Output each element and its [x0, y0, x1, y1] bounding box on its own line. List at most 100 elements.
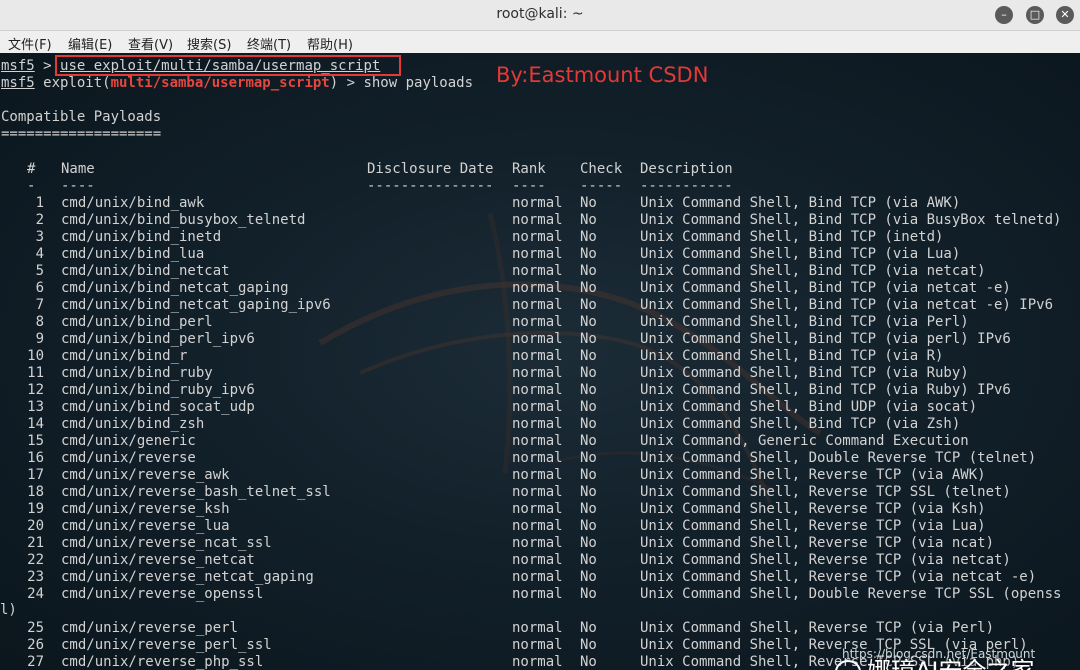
payload-name: cmd/unix/bind_perl	[61, 314, 213, 330]
row-number: 2	[35, 212, 44, 228]
row-number: 23	[27, 569, 44, 585]
payload-name: cmd/unix/reverse_ksh	[61, 501, 230, 517]
table-row: 5 cmd/unix/bind_netcat normal No Unix Comman…	[0, 263, 1080, 280]
table-row: 24 cmd/unix/reverse_openssl normal No Unix C…	[0, 586, 1080, 603]
payload-name: cmd/unix/reverse_awk	[61, 467, 230, 483]
dash-name: ----	[61, 178, 95, 194]
dash-description: -----------	[640, 178, 733, 194]
payload-rank: normal	[512, 416, 563, 432]
payload-rank: normal	[512, 246, 563, 262]
payload-rank: normal	[512, 399, 563, 415]
row-number: 15	[27, 433, 44, 449]
wechat-account-name: 娜璋AI安全之家	[867, 657, 1035, 670]
payload-rank: normal	[512, 195, 563, 211]
payload-rank: normal	[512, 348, 563, 364]
row-number: 1	[35, 195, 44, 211]
prompt-msf5: msf5	[1, 58, 35, 74]
menu-search[interactable]: 搜索(S)	[187, 34, 231, 53]
payload-check: No	[580, 450, 597, 466]
row-number: 5	[35, 263, 44, 279]
payload-description: Unix Command Shell, Bind TCP (inetd)	[640, 229, 944, 245]
header-check: Check	[580, 161, 623, 177]
row-number: 17	[27, 467, 44, 483]
payload-name: cmd/unix/reverse_openssl	[61, 586, 264, 602]
table-row: 11 cmd/unix/bind_ruby normal No Unix Command…	[0, 365, 1080, 382]
row-number: 27	[27, 654, 44, 670]
prompt-msf5-2: msf5	[1, 75, 35, 91]
payload-rank: normal	[512, 433, 563, 449]
table-row: 17 cmd/unix/reverse_awk normal No Unix Comma…	[0, 467, 1080, 484]
payload-description: Unix Command Shell, Bind TCP (via Lua)	[640, 246, 961, 262]
payload-description: Unix Command Shell, Bind TCP (via Ruby) …	[640, 382, 1011, 398]
payload-check: No	[580, 365, 597, 381]
header-num: #	[27, 161, 36, 177]
payload-check: No	[580, 501, 597, 517]
payload-check: No	[580, 195, 597, 211]
command-highlight-box	[55, 55, 401, 76]
row-number: 10	[27, 348, 44, 364]
table-row: 23 cmd/unix/reverse_netcat_gaping normal No…	[0, 569, 1080, 586]
table-row: 6 cmd/unix/bind_netcat_gaping normal No Unix…	[0, 280, 1080, 297]
payload-check: No	[580, 280, 597, 296]
payload-name: cmd/unix/reverse_ncat_ssl	[61, 535, 272, 551]
menu-view[interactable]: 查看(V)	[128, 34, 173, 53]
close-icon[interactable]: ✕	[1056, 6, 1074, 24]
menu-terminal[interactable]: 终端(T)	[247, 34, 291, 53]
row-number: 3	[35, 229, 44, 245]
payload-name: cmd/unix/bind_lua	[61, 246, 205, 262]
payload-name: cmd/unix/bind_perl_ipv6	[61, 331, 255, 347]
table-row: 14 cmd/unix/bind_zsh normal No Unix Command …	[0, 416, 1080, 433]
row-number: 16	[27, 450, 44, 466]
section-rule: ===================	[1, 126, 162, 142]
table-row: 21 cmd/unix/reverse_ncat_ssl normal No Unix …	[0, 535, 1080, 552]
payload-rank: normal	[512, 314, 563, 330]
table-row: 19 cmd/unix/reverse_ksh normal No Unix Comma…	[0, 501, 1080, 518]
payload-name: cmd/unix/bind_busybox_telnetd	[61, 212, 306, 228]
payload-description: Unix Command Shell, Bind TCP (via BusyBo…	[640, 212, 1062, 228]
payload-rank: normal	[512, 637, 563, 653]
payload-rank: normal	[512, 365, 563, 381]
menu-file[interactable]: 文件(F)	[8, 34, 52, 53]
terminal-area[interactable]: msf5 > use exploit/multi/samba/usermap_s…	[0, 53, 1080, 670]
payload-check: No	[580, 399, 597, 415]
payload-check: No	[580, 535, 597, 551]
payload-rank: normal	[512, 382, 563, 398]
table-row: 15 cmd/unix/generic normal No Unix Command, …	[0, 433, 1080, 450]
menu-edit[interactable]: 编辑(E)	[68, 34, 112, 53]
payload-name: cmd/unix/bind_r	[61, 348, 188, 364]
payload-name: cmd/unix/reverse	[61, 450, 196, 466]
payload-description: Unix Command Shell, Reverse TCP (via nca…	[640, 535, 995, 551]
minimize-icon[interactable]: –	[995, 6, 1013, 24]
dash-check: -----	[580, 178, 623, 194]
row-number: 14	[27, 416, 44, 432]
payload-description: Unix Command Shell, Double Reverse TCP (…	[640, 450, 1037, 466]
payload-name: cmd/unix/bind_netcat	[61, 263, 230, 279]
menu-help[interactable]: 帮助(H)	[307, 34, 353, 53]
row-number: 8	[35, 314, 44, 330]
table-row: 2 cmd/unix/bind_busybox_telnetd normal No Un…	[0, 212, 1080, 229]
payload-description: Unix Command Shell, Bind TCP (via netcat…	[640, 280, 1011, 296]
table-row: 3 cmd/unix/bind_inetd normal No Unix Command…	[0, 229, 1080, 246]
row-number: 7	[35, 297, 44, 313]
payload-rank: normal	[512, 331, 563, 347]
payload-description: Unix Command, Generic Command Execution	[640, 433, 969, 449]
payload-check: No	[580, 637, 597, 653]
header-name: Name	[61, 161, 95, 177]
payload-rank: normal	[512, 654, 563, 670]
row-number: 9	[35, 331, 44, 347]
table-row: 22 cmd/unix/reverse_netcat normal No Unix Co…	[0, 552, 1080, 569]
payload-description: Unix Command Shell, Double Reverse TCP S…	[640, 586, 1062, 602]
payload-name: cmd/unix/reverse_netcat	[61, 552, 255, 568]
row-number: 6	[35, 280, 44, 296]
payload-description: Unix Command Shell, Reverse TCP (via Per…	[640, 620, 995, 636]
payload-description: Unix Command Shell, Reverse TCP (via Ksh…	[640, 501, 986, 517]
maximize-icon[interactable]: □	[1026, 6, 1044, 24]
payload-description: Unix Command Shell, Reverse TCP (via Lua…	[640, 518, 986, 534]
payload-rank: normal	[512, 620, 563, 636]
payload-rank: normal	[512, 450, 563, 466]
window-title: root@kali: ~	[496, 6, 584, 22]
row-number: 18	[27, 484, 44, 500]
payload-check: No	[580, 518, 597, 534]
payload-check: No	[580, 331, 597, 347]
payload-rank: normal	[512, 518, 563, 534]
